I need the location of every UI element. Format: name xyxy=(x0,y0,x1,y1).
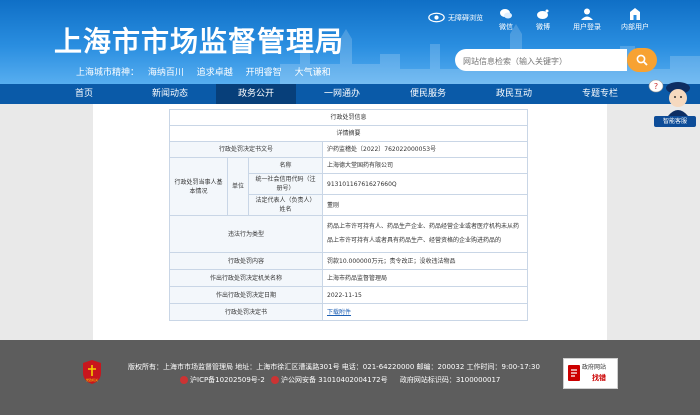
table-title: 行政处罚信息 xyxy=(168,109,529,126)
legal-rep-label: 法定代表人（负责人）姓名 xyxy=(248,194,323,216)
report-error-icon xyxy=(568,365,580,381)
search-input[interactable] xyxy=(455,50,623,73)
user-login-link[interactable]: 用户登录 xyxy=(572,8,602,32)
police-badge-icon xyxy=(271,376,280,384)
user-icon xyxy=(581,8,593,20)
penalty-content-value: 罚款10.000000万元；责令改正；没收违法物品 xyxy=(321,252,529,270)
table-row: 行政处罚决定书文号 沪药监稽处〔2022〕762022000053号 xyxy=(169,141,529,158)
credit-code-value: 91310116761627660Q xyxy=(321,173,529,195)
weibo-link[interactable]: 微博 xyxy=(528,8,558,32)
barrier-free-link[interactable]: 无障碍浏览 xyxy=(428,12,483,23)
table-row: 违法行为类型 药品上市许可持有人、药品生产企业、药品经营企业或者医疗机构未从药品… xyxy=(169,215,529,253)
penalty-detail-table: 行政处罚信息 详情摘要 行政处罚决定书文号 沪药监稽处〔2022〕7620220… xyxy=(168,109,529,321)
party-label: 行政处罚当事人基本情况 xyxy=(169,157,228,216)
table-row: 行政处罚信息 xyxy=(168,109,529,126)
slogan-label: 上海城市精神： xyxy=(76,68,140,78)
doc-no-value: 沪药监稽处〔2022〕762022000053号 xyxy=(321,141,529,158)
content-panel: 行政处罚信息 详情摘要 行政处罚决定书文号 沪药监稽处〔2022〕7620220… xyxy=(93,104,607,340)
violation-type-label: 违法行为类型 xyxy=(169,215,323,253)
gov-badge-title: 政府网站 xyxy=(582,364,607,371)
violation-type-value: 药品上市许可持有人、药品生产企业、药品经营企业或者医疗机构未从药品上市许可持有人… xyxy=(321,215,529,253)
barrier-free-label: 无障碍浏览 xyxy=(448,13,483,22)
penalty-content-label: 行政处罚内容 xyxy=(169,252,323,270)
footer-copyright: 版权所有：上海市市场监督管理局 地址：上海市徐汇区漕溪路301号 电话：021-… xyxy=(128,363,540,371)
decision-doc-cell: 下载附件 xyxy=(321,303,529,321)
name-value: 上海德大堂国药有限公司 xyxy=(321,157,529,174)
eye-icon xyxy=(428,12,445,23)
table-row: 详情摘要 xyxy=(168,125,529,142)
wechat-link[interactable]: 微信 xyxy=(491,8,521,32)
credit-code-label: 统一社会信用代码（注册号） xyxy=(248,173,323,195)
wechat-label: 微信 xyxy=(499,23,513,31)
site-code: 政府网站标识码：3100000017 xyxy=(399,376,501,384)
table-subtitle: 详情摘要 xyxy=(168,125,529,142)
city-spirit-slogans: 上海城市精神： 海纳百川 追求卓越 开明睿智 大气谦和 xyxy=(76,65,341,78)
download-attachment-link[interactable]: 下载附件 xyxy=(327,309,351,316)
smart-service-label[interactable]: 智能客服 xyxy=(654,116,696,127)
nav-item-topics[interactable]: 专题专栏 xyxy=(560,84,640,104)
site-title: 上海市市场监督管理局 xyxy=(54,25,345,58)
nav-item-gov-affairs[interactable]: 政务公开 xyxy=(216,84,296,104)
search-icon xyxy=(636,54,648,66)
internal-user-icon xyxy=(630,8,640,20)
wechat-icon xyxy=(500,9,512,19)
authority-value: 上海市药品监督管理局 xyxy=(321,269,529,287)
weibo-icon xyxy=(537,9,549,19)
internal-user-label: 内部用户 xyxy=(621,23,649,31)
mascot-bubble: ? xyxy=(654,82,658,91)
emblem-label: 党政机关 xyxy=(86,377,98,382)
decision-doc-label: 行政处罚决定书 xyxy=(169,303,323,321)
weibo-label: 微博 xyxy=(536,23,550,31)
unit-label: 单位 xyxy=(227,157,249,216)
gov-site-error-report-badge[interactable]: 政府网站 找错 xyxy=(563,358,618,389)
search-button[interactable] xyxy=(627,48,657,72)
slogan-item: 海纳百川 xyxy=(147,68,184,78)
table-row: 行政处罚当事人基本情况 单位 名称 上海德大堂国药有限公司 xyxy=(169,157,529,216)
table-row: 作出行政处罚决定机关名称 上海市药品监督管理局 xyxy=(169,269,529,287)
search-box xyxy=(455,49,627,73)
nav-item-news[interactable]: 新闻动态 xyxy=(130,84,210,104)
main-nav: 首页 新闻动态 政务公开 一网通办 便民服务 政民互动 专题专栏 xyxy=(0,84,700,104)
decision-date-label: 作出行政处罚决定日期 xyxy=(169,286,323,304)
nav-item-services[interactable]: 便民服务 xyxy=(388,84,468,104)
doc-no-label: 行政处罚决定书文号 xyxy=(169,141,323,158)
site-footer: 党政机关 版权所有：上海市市场监督管理局 地址：上海市徐汇区漕溪路301号 电话… xyxy=(0,340,700,415)
table-row: 作出行政处罚决定日期 2022-11-15 xyxy=(169,286,529,304)
table-row: 行政处罚内容 罚款10.000000万元；责令改正；没收违法物品 xyxy=(169,252,529,270)
name-label: 名称 xyxy=(248,157,323,174)
table-row: 行政处罚决定书 下载附件 xyxy=(169,303,529,321)
police-number[interactable]: 沪公网安备 31010402004172号 xyxy=(281,376,388,384)
nav-item-one-stop[interactable]: 一网通办 xyxy=(302,84,382,104)
icp-icon xyxy=(180,376,188,384)
icp-number[interactable]: 沪ICP备10202509号-2 xyxy=(190,376,265,384)
user-login-label: 用户登录 xyxy=(573,23,601,31)
nav-item-interaction[interactable]: 政民互动 xyxy=(474,84,554,104)
slogan-item: 大气谦和 xyxy=(294,68,331,78)
legal-rep-value: 董刚 xyxy=(321,194,529,216)
slogan-item: 追求卓越 xyxy=(196,68,233,78)
internal-user-link[interactable]: 内部用户 xyxy=(620,8,650,32)
authority-label: 作出行政处罚决定机关名称 xyxy=(169,269,323,287)
site-header: 上海市市场监督管理局 上海城市精神： 海纳百川 追求卓越 开明睿智 大气谦和 无… xyxy=(0,0,700,84)
slogan-item: 开明睿智 xyxy=(245,68,282,78)
party-gov-emblem-icon[interactable]: 党政机关 xyxy=(81,359,103,385)
footer-registration: 沪ICP备10202509号-2 沪公网安备 31010402004172号 政… xyxy=(128,375,500,385)
gov-badge-action: 找错 xyxy=(592,374,606,382)
nav-item-home[interactable]: 首页 xyxy=(44,84,124,104)
decision-date-value: 2022-11-15 xyxy=(321,286,529,304)
